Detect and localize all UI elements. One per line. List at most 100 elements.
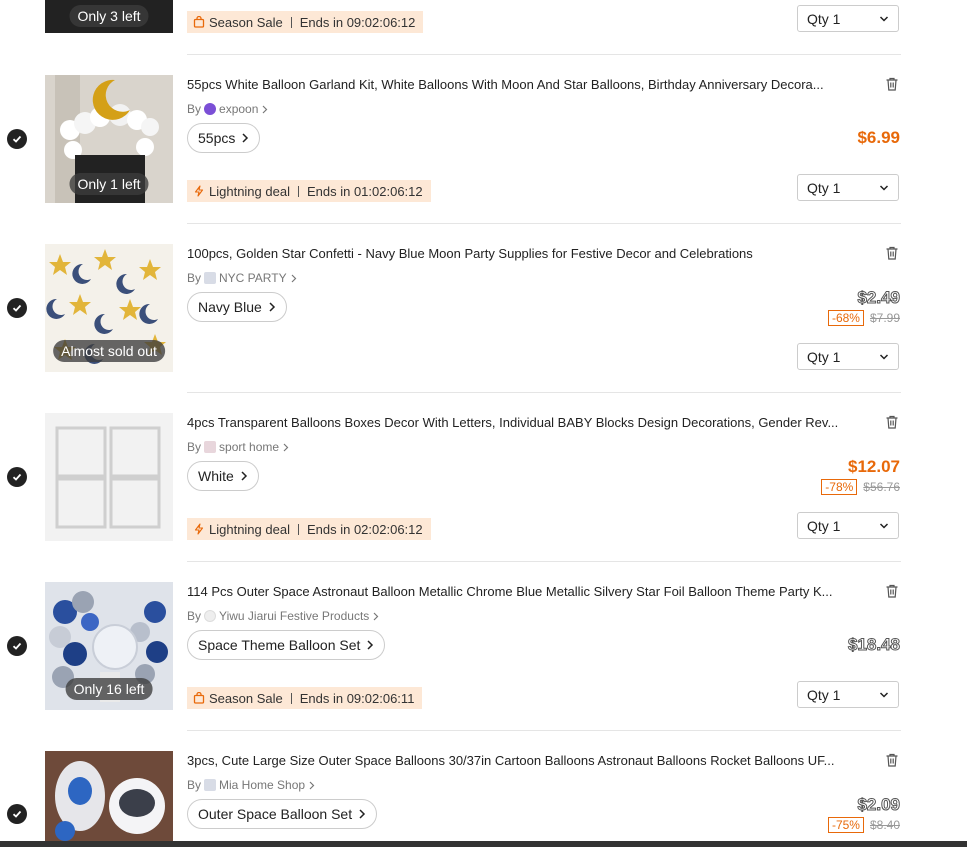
discount-line: -75% $8.40	[827, 817, 900, 833]
product-title[interactable]: 4pcs Transparent Balloons Boxes Decor Wi…	[187, 415, 867, 430]
product-title[interactable]: 100pcs, Golden Star Confetti - Navy Blue…	[187, 246, 867, 261]
discount-badge: -68%	[827, 310, 864, 326]
by-label: By	[187, 440, 202, 454]
qty-select[interactable]: Qty 1	[797, 512, 899, 539]
promo-separator	[290, 692, 292, 704]
select-checkbox[interactable]	[7, 804, 27, 824]
lightning-icon	[194, 523, 204, 535]
chevron-right-icon	[373, 612, 379, 620]
trash-icon[interactable]	[884, 245, 900, 261]
trash-icon[interactable]	[884, 76, 900, 92]
stock-badge: Only 1 left	[69, 173, 149, 195]
product-image[interactable]: Almost sold out	[45, 244, 173, 372]
chevron-right-icon	[309, 781, 315, 789]
discount-badge: -75%	[827, 817, 864, 833]
divider	[187, 561, 901, 562]
chevron-down-icon	[879, 691, 889, 698]
promo-separator	[290, 16, 292, 28]
qty-select[interactable]: Qty 1	[797, 5, 899, 32]
by-label: By	[187, 778, 202, 792]
variant-selector[interactable]: Space Theme Balloon Set	[187, 630, 386, 660]
variant-label: 55pcs	[198, 130, 236, 146]
qty-label: Qty	[807, 10, 829, 27]
original-price: $56.76	[863, 480, 900, 494]
promo-separator	[297, 185, 299, 197]
product-image[interactable]: Only 1 left	[45, 75, 173, 203]
trash-icon[interactable]	[884, 752, 900, 768]
trash-icon[interactable]	[884, 583, 900, 599]
seller-link[interactable]: By expoon	[187, 102, 268, 116]
divider	[187, 54, 901, 55]
seller-logo	[204, 103, 217, 115]
qty-label: Qty	[807, 179, 829, 196]
chevron-right-icon	[242, 133, 249, 143]
product-image[interactable]	[45, 413, 173, 541]
discount-line: -68% $7.99	[827, 310, 900, 326]
seller-logo	[204, 610, 217, 622]
qty-value: 1	[832, 348, 841, 365]
chevron-right-icon	[283, 443, 289, 451]
promo-ends: Ends in 09:02:06:12	[299, 14, 416, 30]
seller-logo	[204, 779, 217, 791]
product-title[interactable]: 114 Pcs Outer Space Astronaut Balloon Me…	[187, 584, 867, 599]
bag-icon	[193, 692, 205, 704]
bag-icon	[193, 16, 205, 28]
chevron-down-icon	[879, 184, 889, 191]
seller-link[interactable]: By Mia Home Shop	[187, 778, 315, 792]
divider	[187, 730, 901, 731]
product-price: $6.99	[857, 128, 900, 147]
variant-selector[interactable]: Outer Space Balloon Set	[187, 799, 378, 829]
seller-link[interactable]: By NYC PARTY	[187, 271, 297, 285]
seller-name: NYC PARTY	[219, 271, 287, 285]
select-checkbox[interactable]	[7, 298, 27, 318]
qty-select[interactable]: Qty 1	[797, 174, 899, 201]
chevron-right-icon	[291, 274, 296, 282]
promo-label: Lightning deal	[209, 521, 290, 537]
stock-badge: Only 16 left	[65, 678, 153, 700]
discount-line: -78% $56.76	[821, 479, 900, 495]
promo-label: Season Sale	[209, 14, 283, 30]
variant-selector[interactable]: Navy Blue	[187, 292, 287, 322]
product-price: $12.07	[848, 457, 900, 476]
qty-label: Qty	[807, 517, 829, 534]
seller-link[interactable]: By sport home	[187, 440, 289, 454]
product-image[interactable]: Only 3 left	[45, 0, 173, 33]
chevron-down-icon	[879, 15, 889, 22]
product-image[interactable]: Only 16 left	[45, 582, 173, 710]
variant-selector[interactable]: White	[187, 461, 259, 491]
product-photo	[45, 751, 173, 841]
chevron-down-icon	[879, 522, 889, 529]
promo-label: Lightning deal	[209, 183, 290, 199]
qty-select[interactable]: Qty 1	[797, 681, 899, 708]
product-title[interactable]: 3pcs, Cute Large Size Outer Space Balloo…	[187, 753, 867, 768]
promo-ends: Ends in 01:02:06:12	[306, 183, 423, 199]
product-image[interactable]	[45, 751, 173, 841]
qty-select[interactable]: Qty 1	[797, 343, 899, 370]
window-bottom-edge	[0, 841, 967, 847]
promo-banner: Season Sale Ends in 09:02:06:12	[187, 11, 424, 33]
select-checkbox[interactable]	[7, 129, 27, 149]
stock-badge: Almost sold out	[53, 340, 165, 362]
variant-label: Space Theme Balloon Set	[198, 637, 361, 653]
qty-label: Qty	[807, 686, 829, 703]
seller-name: expoon	[219, 102, 259, 116]
seller-link[interactable]: By Yiwu Jiarui Festive Products	[187, 609, 379, 623]
qty-value: 1	[832, 10, 841, 27]
seller-name: Mia Home Shop	[219, 778, 306, 792]
select-checkbox[interactable]	[7, 636, 27, 656]
product-title[interactable]: 55pcs White Balloon Garland Kit, White B…	[187, 77, 867, 92]
promo-ends: Ends in 09:02:06:11	[299, 690, 415, 706]
by-label: By	[187, 102, 202, 116]
stock-badge: Only 3 left	[69, 5, 149, 27]
variant-label: Navy Blue	[198, 299, 262, 315]
original-price: $8.40	[869, 818, 900, 832]
qty-label: Qty	[807, 348, 829, 365]
chevron-right-icon	[269, 302, 275, 312]
select-checkbox[interactable]	[7, 467, 27, 487]
promo-banner: Lightning deal Ends in 01:02:06:12	[187, 180, 431, 202]
promo-banner: Lightning deal Ends in 02:02:06:12	[187, 518, 431, 540]
checkmark-icon	[12, 810, 22, 818]
trash-icon[interactable]	[884, 414, 900, 430]
variant-selector[interactable]: 55pcs	[187, 123, 261, 153]
product-price: $18.48	[848, 635, 901, 655]
